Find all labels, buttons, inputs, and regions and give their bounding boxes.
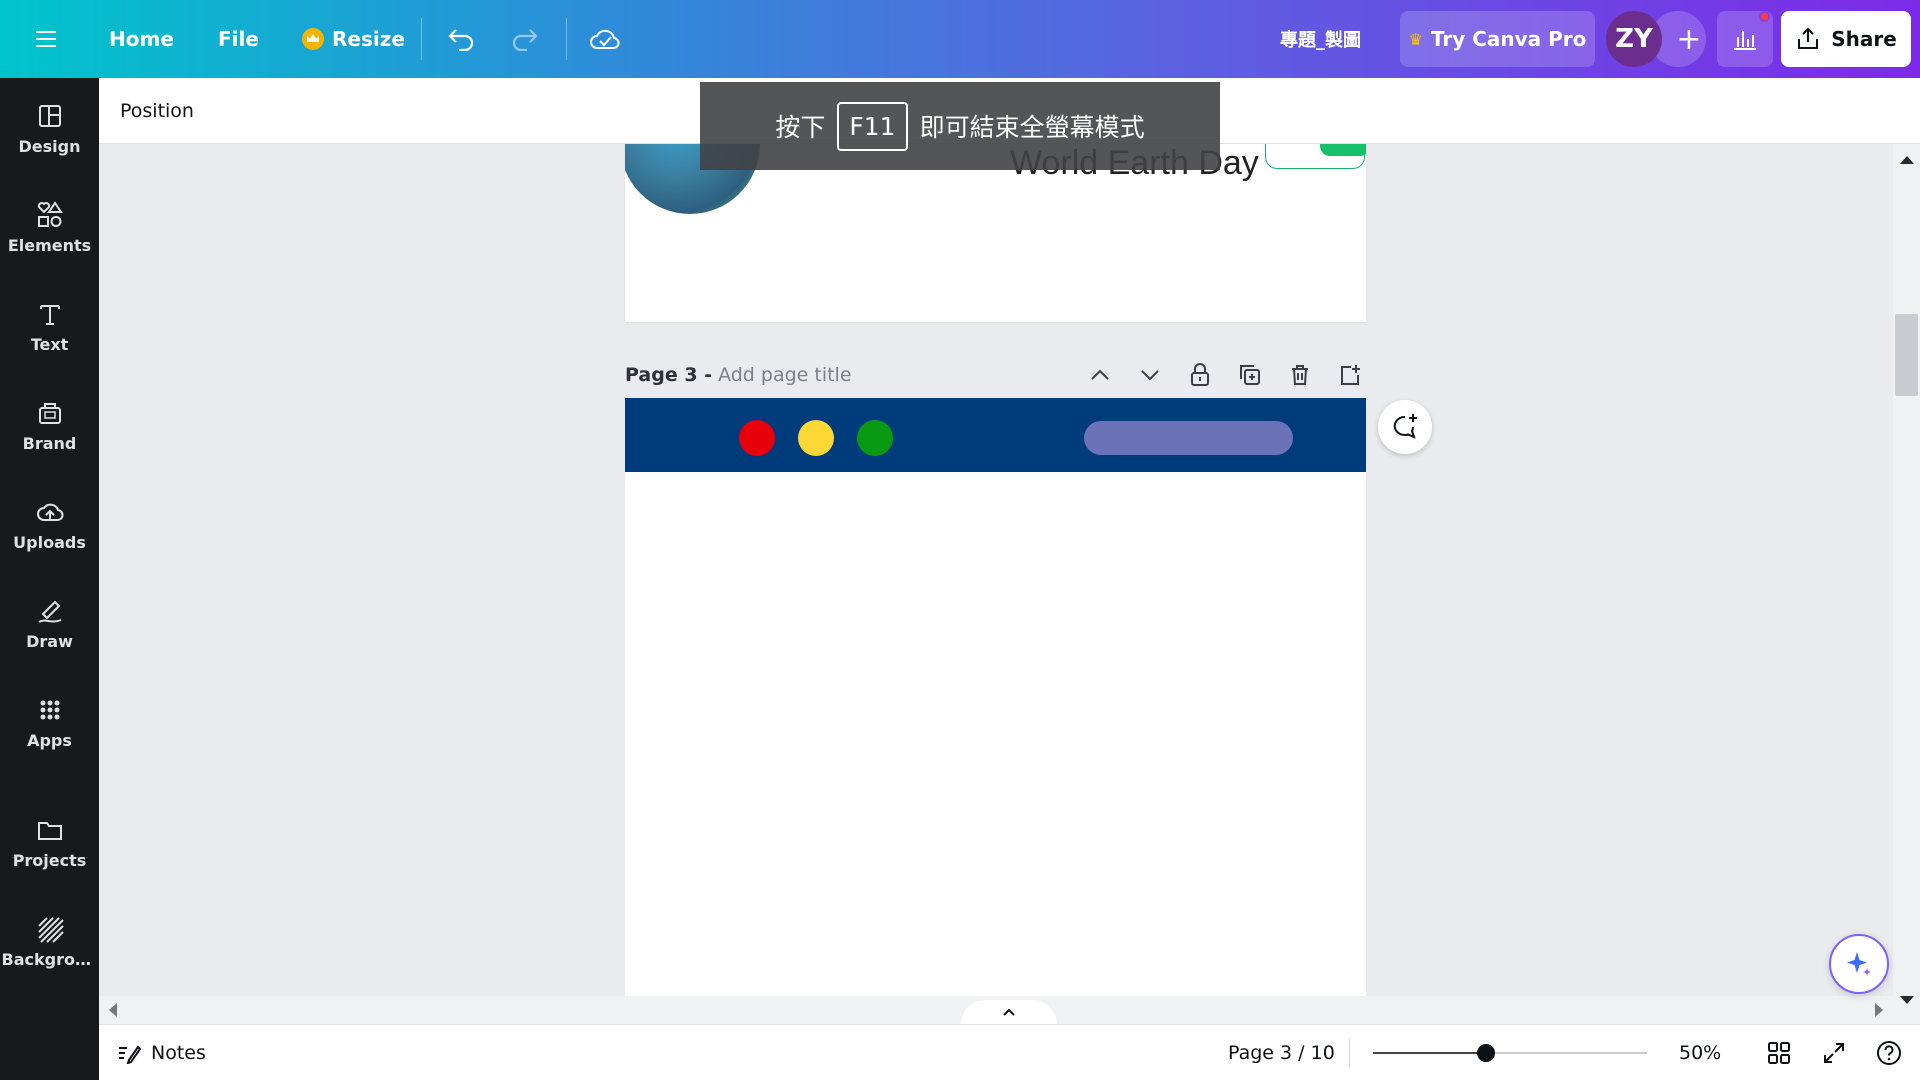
sidebar-item-apps[interactable]: Apps	[0, 677, 99, 767]
resize-label: Resize	[332, 27, 405, 51]
sidebar-item-background[interactable]: Backgrou...	[0, 896, 99, 986]
plus-icon: +	[1676, 21, 1702, 57]
document-title[interactable]: 專題_製圖	[1280, 0, 1361, 78]
move-page-up-icon[interactable]	[1084, 360, 1116, 390]
elements-icon	[37, 200, 63, 227]
zoom-slider-knob[interactable]	[1477, 1044, 1495, 1062]
horizontal-scrollbar[interactable]	[99, 996, 1893, 1024]
redo-icon[interactable]	[511, 0, 539, 78]
green-circle[interactable]	[857, 420, 893, 456]
sidebar-item-label: Projects	[12, 850, 87, 870]
page-count[interactable]: Page 3 / 10	[1228, 1025, 1335, 1080]
fullscreen-icon[interactable]	[1819, 1038, 1849, 1068]
share-button[interactable]: Share	[1781, 11, 1911, 67]
sparkle-icon	[1847, 952, 1871, 976]
sidebar-item-label: Uploads	[13, 532, 86, 552]
file-menu-button[interactable]: File	[218, 0, 259, 78]
scroll-left-arrow-icon[interactable]	[109, 1003, 117, 1017]
notes-button[interactable]: Notes	[117, 1025, 206, 1080]
text-icon	[39, 304, 60, 325]
sidebar-item-label: Backgrou...	[1, 949, 98, 969]
sidebar-item-label: Apps	[27, 730, 72, 750]
try-canva-pro-button[interactable]: ♛ Try Canva Pro	[1400, 11, 1595, 67]
sidebar-item-brand[interactable]: Brand	[0, 380, 99, 470]
notification-dot	[1759, 11, 1770, 22]
page-title-input[interactable]: Add page title	[718, 364, 851, 386]
bar-chart-icon	[1734, 31, 1756, 50]
divider	[421, 18, 422, 60]
search-pill-shape[interactable]	[1084, 421, 1293, 455]
f11-key: F11	[837, 101, 908, 151]
page-3-canvas[interactable]	[625, 398, 1366, 996]
scroll-right-arrow-icon[interactable]	[1875, 1003, 1883, 1017]
fullscreen-toast: 按下 F11 即可結束全螢幕模式	[700, 82, 1220, 170]
zoom-level[interactable]: 50%	[1679, 1025, 1721, 1080]
comment-add-icon	[1393, 414, 1417, 439]
add-page-icon[interactable]	[1334, 360, 1366, 390]
sidebar-item-label: Draw	[26, 631, 73, 651]
divider	[566, 18, 567, 60]
page-3-header: Page 3 - Add page title	[625, 360, 1366, 390]
home-button[interactable]: Home	[109, 0, 174, 78]
apps-icon	[40, 700, 59, 719]
sidebar-item-label: Elements	[7, 235, 92, 255]
page-2-canvas[interactable]: World Earth Day	[625, 144, 1366, 322]
toast-suffix: 即可結束全螢幕模式	[919, 113, 1145, 142]
page-tools	[1084, 360, 1366, 390]
sidebar-item-label: Text	[30, 334, 69, 354]
divider	[1349, 1039, 1350, 1067]
duplicate-page-icon[interactable]	[1234, 360, 1266, 390]
notes-label: Notes	[151, 1042, 206, 1064]
header-bar-shape[interactable]	[625, 398, 1366, 472]
share-icon	[1798, 27, 1819, 49]
sidebar-item-draw[interactable]: Draw	[0, 578, 99, 668]
zoom-slider-fill	[1373, 1052, 1486, 1054]
add-comment-button[interactable]	[1378, 400, 1432, 454]
sidebar-item-label: Brand	[22, 433, 77, 453]
scrollbar-thumb[interactable]	[1895, 314, 1918, 396]
brand-icon	[38, 402, 61, 424]
cloud-saved-icon[interactable]	[589, 0, 621, 78]
bottom-bar: Notes Page 3 / 10 50%	[99, 1024, 1920, 1080]
lock-icon[interactable]	[1184, 360, 1216, 390]
green-shape[interactable]	[1320, 144, 1366, 156]
magic-assistant-button[interactable]	[1829, 934, 1889, 994]
resize-button[interactable]: Resize	[302, 0, 405, 78]
undo-icon[interactable]	[447, 0, 475, 78]
sidebar-item-elements[interactable]: Elements	[0, 182, 99, 272]
try-pro-label: Try Canva Pro	[1430, 27, 1587, 51]
share-label: Share	[1831, 27, 1897, 51]
chevron-up-icon	[1003, 1008, 1015, 1016]
design-icon	[38, 104, 61, 127]
sidebar-item-text[interactable]: Text	[0, 281, 99, 371]
projects-icon	[37, 821, 62, 840]
position-button[interactable]: Position	[120, 78, 194, 144]
toast-prefix: 按下	[775, 113, 826, 142]
move-page-down-icon[interactable]	[1134, 360, 1166, 390]
sidebar-item-design[interactable]: Design	[0, 83, 99, 173]
sidebar-item-projects[interactable]: Projects	[0, 797, 99, 887]
crown-icon	[302, 28, 324, 50]
page-number-label: Page 3 -	[625, 364, 713, 386]
sidebar-item-label: Design	[18, 136, 81, 156]
help-icon[interactable]	[1874, 1038, 1904, 1068]
menu-icon[interactable]	[36, 0, 64, 78]
red-circle[interactable]	[739, 420, 775, 456]
avatar[interactable]: ZY	[1606, 11, 1662, 67]
background-icon	[37, 916, 64, 943]
draw-icon	[37, 600, 61, 623]
notes-icon	[119, 1045, 141, 1064]
vertical-scrollbar[interactable]	[1893, 144, 1920, 1028]
left-sidebar: Design Elements Text Brand Uploads Draw …	[0, 78, 99, 1080]
scroll-down-arrow-icon[interactable]	[1900, 996, 1914, 1004]
sidebar-item-uploads[interactable]: Uploads	[0, 479, 99, 569]
grid-view-icon[interactable]	[1764, 1038, 1794, 1068]
top-bar: Home File Resize 專題_製圖 ♛ Try Canva Pro +…	[0, 0, 1920, 78]
uploads-icon	[36, 503, 64, 521]
crown-icon: ♛	[1408, 29, 1423, 49]
delete-page-icon[interactable]	[1284, 360, 1316, 390]
show-pages-handle[interactable]	[961, 1000, 1057, 1024]
scroll-up-arrow-icon[interactable]	[1900, 156, 1914, 164]
yellow-circle[interactable]	[798, 420, 834, 456]
